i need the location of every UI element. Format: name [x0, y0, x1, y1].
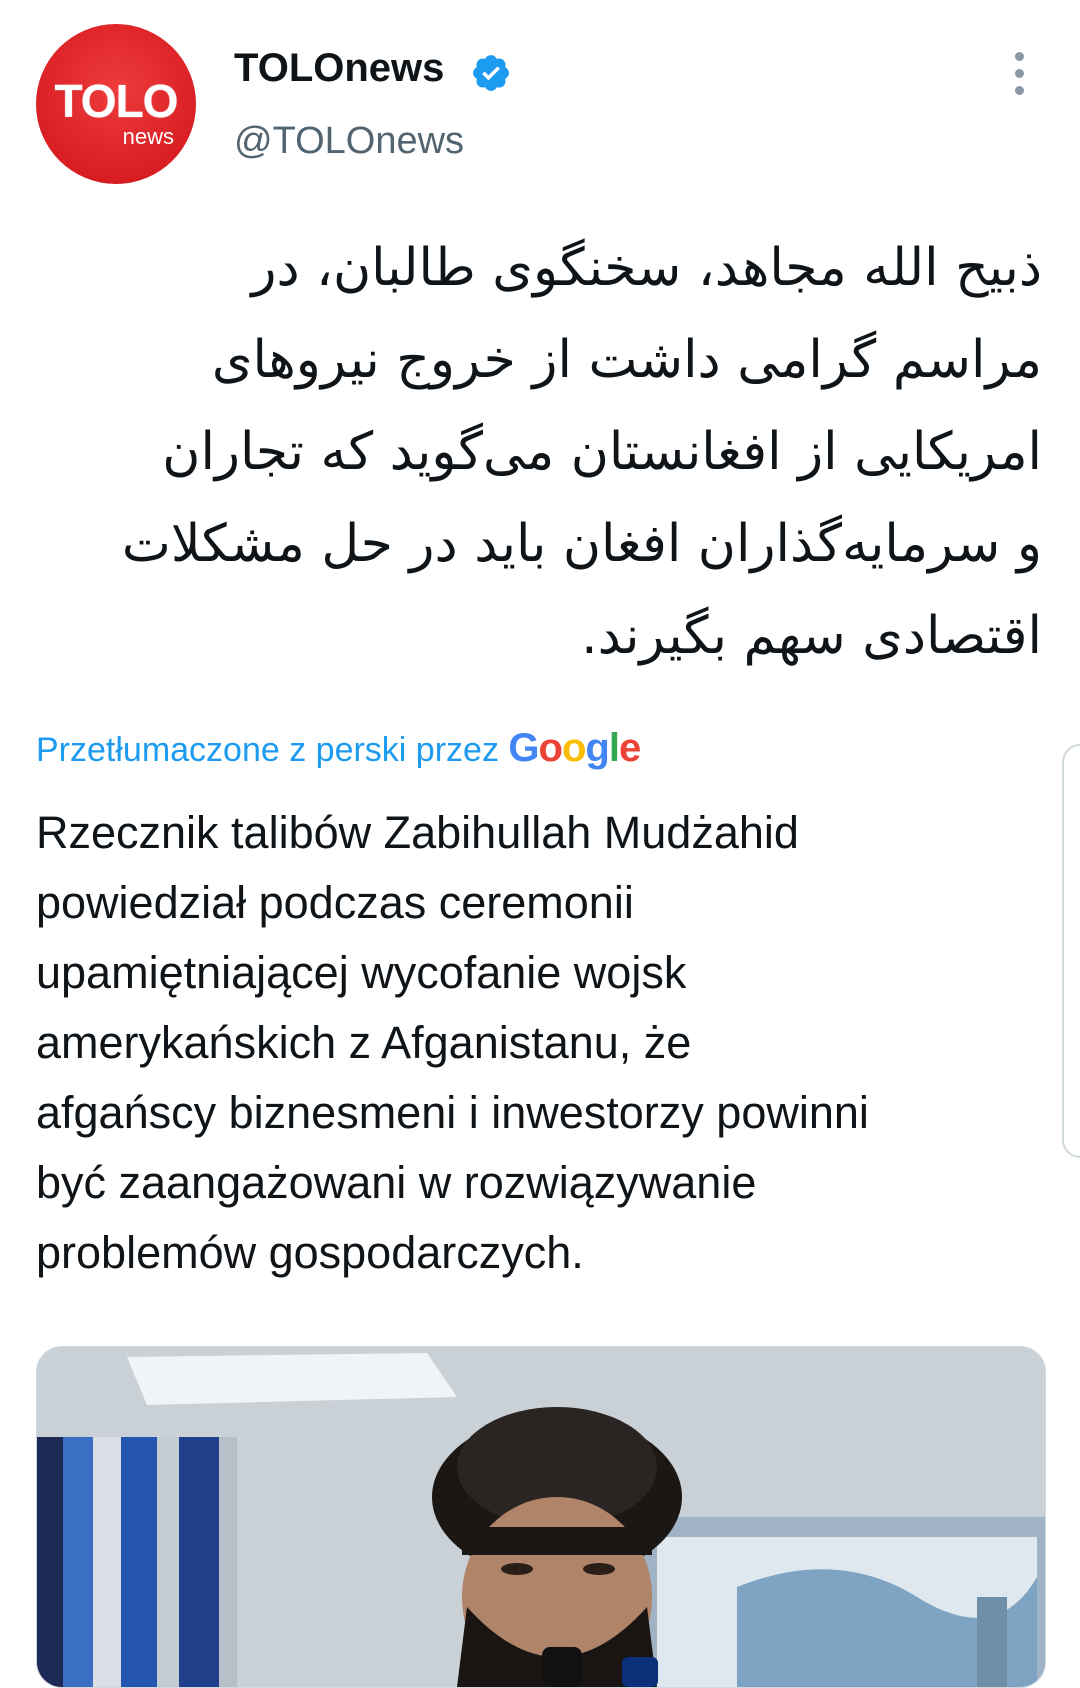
author-handle[interactable]: @TOLOnews — [234, 120, 464, 163]
translation-line: powiedział podczas ceremonii — [36, 877, 634, 928]
google-logo: Google — [508, 726, 641, 770]
original-line: مراسم گرامی داشت از خروج نیروهای — [211, 330, 1042, 390]
translation-line: Rzecznik talibów Zabihullah Mudżahid — [36, 807, 799, 858]
translation-line: być zaangażowani w rozwiązywanie — [36, 1157, 757, 1208]
tweet-translation-text: Rzecznik talibów Zabihullah Mudżahid pow… — [36, 798, 1046, 1288]
tweet-media-image[interactable] — [36, 1346, 1046, 1688]
photo-illustration — [37, 1347, 1045, 1687]
more-options-icon[interactable] — [1004, 52, 1034, 96]
avatar-logo-main: TOLO — [54, 75, 179, 127]
translation-line: problemów gospodarczych. — [36, 1227, 584, 1278]
avatar[interactable]: TOLO news — [36, 24, 196, 184]
original-line: ذبیح الله مجاهد، سخنگوی طالبان، در — [251, 238, 1042, 298]
original-line: امریکایی از افغانستان می‌گوید که تجاران — [162, 422, 1042, 482]
translated-by-link[interactable]: Przetłumaczone z perski przez Google — [36, 726, 641, 771]
translation-line: amerykańskich z Afganistanu, że — [36, 1017, 692, 1068]
original-line: و سرمایه‌گذاران افغان باید در حل مشکلات — [121, 514, 1042, 574]
avatar-logo-sub: news — [122, 124, 174, 149]
translation-line: upamiętniającej wycofanie wojsk — [36, 947, 687, 998]
translation-line: afgańscy biznesmeni i inwestorzy powinni — [36, 1087, 869, 1138]
verified-badge-icon — [473, 55, 509, 91]
author-display-name[interactable]: TOLOnews — [234, 46, 444, 91]
original-line: اقتصادی سهم بگیرند. — [581, 606, 1042, 666]
translated-by-label: Przetłumaczone z perski przez — [36, 731, 499, 769]
side-panel-edge[interactable] — [1062, 744, 1080, 1158]
tweet-original-text: ذبیح الله مجاهد، سخنگوی طالبان، در مراسم… — [32, 222, 1042, 682]
